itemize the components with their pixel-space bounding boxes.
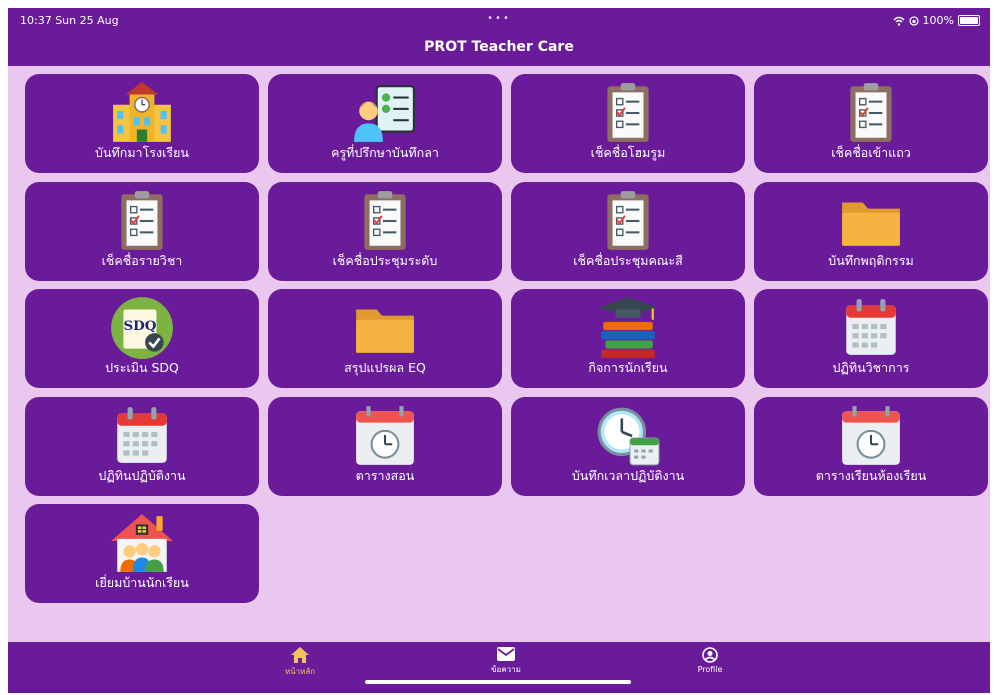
teacher-checklist-icon [354, 85, 415, 142]
tab-label: ข้อความ [491, 665, 521, 674]
tab-home[interactable]: หน้าหลัก [260, 647, 340, 678]
tab-messages[interactable]: ข้อความ [466, 647, 546, 676]
tile-label: บันทึกเวลาปฏิบัติงาน [571, 468, 685, 483]
clipboard-icon [607, 191, 649, 250]
tile-label: เช็คชื่อเข้าแถว [831, 145, 911, 160]
calendar-clock-icon [842, 406, 900, 465]
graduation-books-icon [599, 297, 657, 358]
tile-work-time-record[interactable]: บันทึกเวลาปฏิบัติงาน [511, 397, 745, 496]
bottom-tab-bar: หน้าหลัก ข้อความ Profile [8, 642, 990, 693]
tile-label: บันทึกมาโรงเรียน [95, 145, 189, 160]
tile-eq-summary[interactable]: สรุปแปรผล EQ [268, 289, 502, 388]
app-screen: 10:37 Sun 25 Aug ••• 100% PROT Teacher C… [8, 8, 990, 693]
tile-label: ตารางเรียนห้องเรียน [815, 468, 927, 483]
tile-label: เช็คชื่อรายวิชา [101, 253, 183, 268]
menu-grid: บันทึกมาโรงเรียน ครูที่ปรึกษาบันทึกลา เช… [8, 8, 990, 693]
tile-advisor-leave[interactable]: ครูที่ปรึกษาบันทึกลา [268, 74, 502, 173]
sdq-icon: SDQ [111, 297, 173, 359]
calendar-icon [846, 299, 896, 355]
tile-label: เช็คชื่อโฮมรูม [590, 145, 666, 160]
tile-label: ปฏิทินปฏิบัติงาน [98, 468, 186, 483]
tile-student-affairs[interactable]: กิจการนักเรียน [511, 289, 745, 388]
tile-behavior-record[interactable]: บันทึกพฤติกรรม [754, 182, 988, 281]
clipboard-icon [364, 191, 406, 250]
tab-label: Profile [697, 665, 723, 674]
home-visit-icon [111, 514, 173, 572]
mail-icon [497, 647, 515, 661]
clipboard-icon [121, 191, 163, 250]
calendar-clock-icon [356, 406, 414, 465]
clipboard-icon [850, 83, 892, 142]
home-indicator[interactable] [365, 680, 631, 684]
tile-label: ปฏิทินวิชาการ [832, 360, 910, 375]
clipboard-icon [607, 83, 649, 142]
tile-label: ครูที่ปรึกษาบันทึกลา [331, 145, 439, 160]
tile-home-visit[interactable]: เยี่ยมบ้านนักเรียน [25, 504, 259, 603]
tab-label: หน้าหลัก [284, 667, 316, 676]
folder-icon [356, 309, 414, 353]
tile-level-meeting-checkin[interactable]: เช็คชื่อประชุมระดับ [268, 182, 502, 281]
tile-sdq-assessment[interactable]: SDQ ประเมิน SDQ [25, 289, 259, 388]
school-building-icon [113, 82, 171, 142]
tile-assembly-checkin[interactable]: เช็คชื่อเข้าแถว [754, 74, 988, 173]
tile-subject-checkin[interactable]: เช็คชื่อรายวิชา [25, 182, 259, 281]
tile-label: เช็คชื่อประชุมระดับ [332, 253, 438, 268]
tile-label: ตารางสอน [355, 468, 415, 483]
clock-calendar-icon [597, 407, 660, 466]
tile-label: ประเมิน SDQ [105, 360, 179, 375]
tile-school-attendance[interactable]: บันทึกมาโรงเรียน [25, 74, 259, 173]
tile-class-schedule[interactable]: ตารางเรียนห้องเรียน [754, 397, 988, 496]
tile-homeroom-checkin[interactable]: เช็คชื่อโฮมรูม [511, 74, 745, 173]
tile-academic-calendar[interactable]: ปฏิทินวิชาการ [754, 289, 988, 388]
tile-work-calendar[interactable]: ปฏิทินปฏิบัติงาน [25, 397, 259, 496]
tile-label: กิจการนักเรียน [588, 360, 668, 375]
profile-icon [702, 647, 718, 663]
svg-text:SDQ: SDQ [123, 318, 156, 334]
tile-label: สรุปแปรผล EQ [344, 360, 426, 375]
tile-color-meeting-checkin[interactable]: เช็คชื่อประชุมคณะสี [511, 182, 745, 281]
folder-icon [842, 202, 900, 246]
tile-label: เยี่ยมบ้านนักเรียน [95, 575, 189, 590]
tile-teaching-schedule[interactable]: ตารางสอน [268, 397, 502, 496]
calendar-icon [117, 407, 167, 463]
tab-profile[interactable]: Profile [670, 647, 750, 674]
home-icon [291, 647, 309, 663]
tile-label: บันทึกพฤติกรรม [828, 253, 914, 268]
tile-label: เช็คชื่อประชุมคณะสี [573, 253, 683, 268]
